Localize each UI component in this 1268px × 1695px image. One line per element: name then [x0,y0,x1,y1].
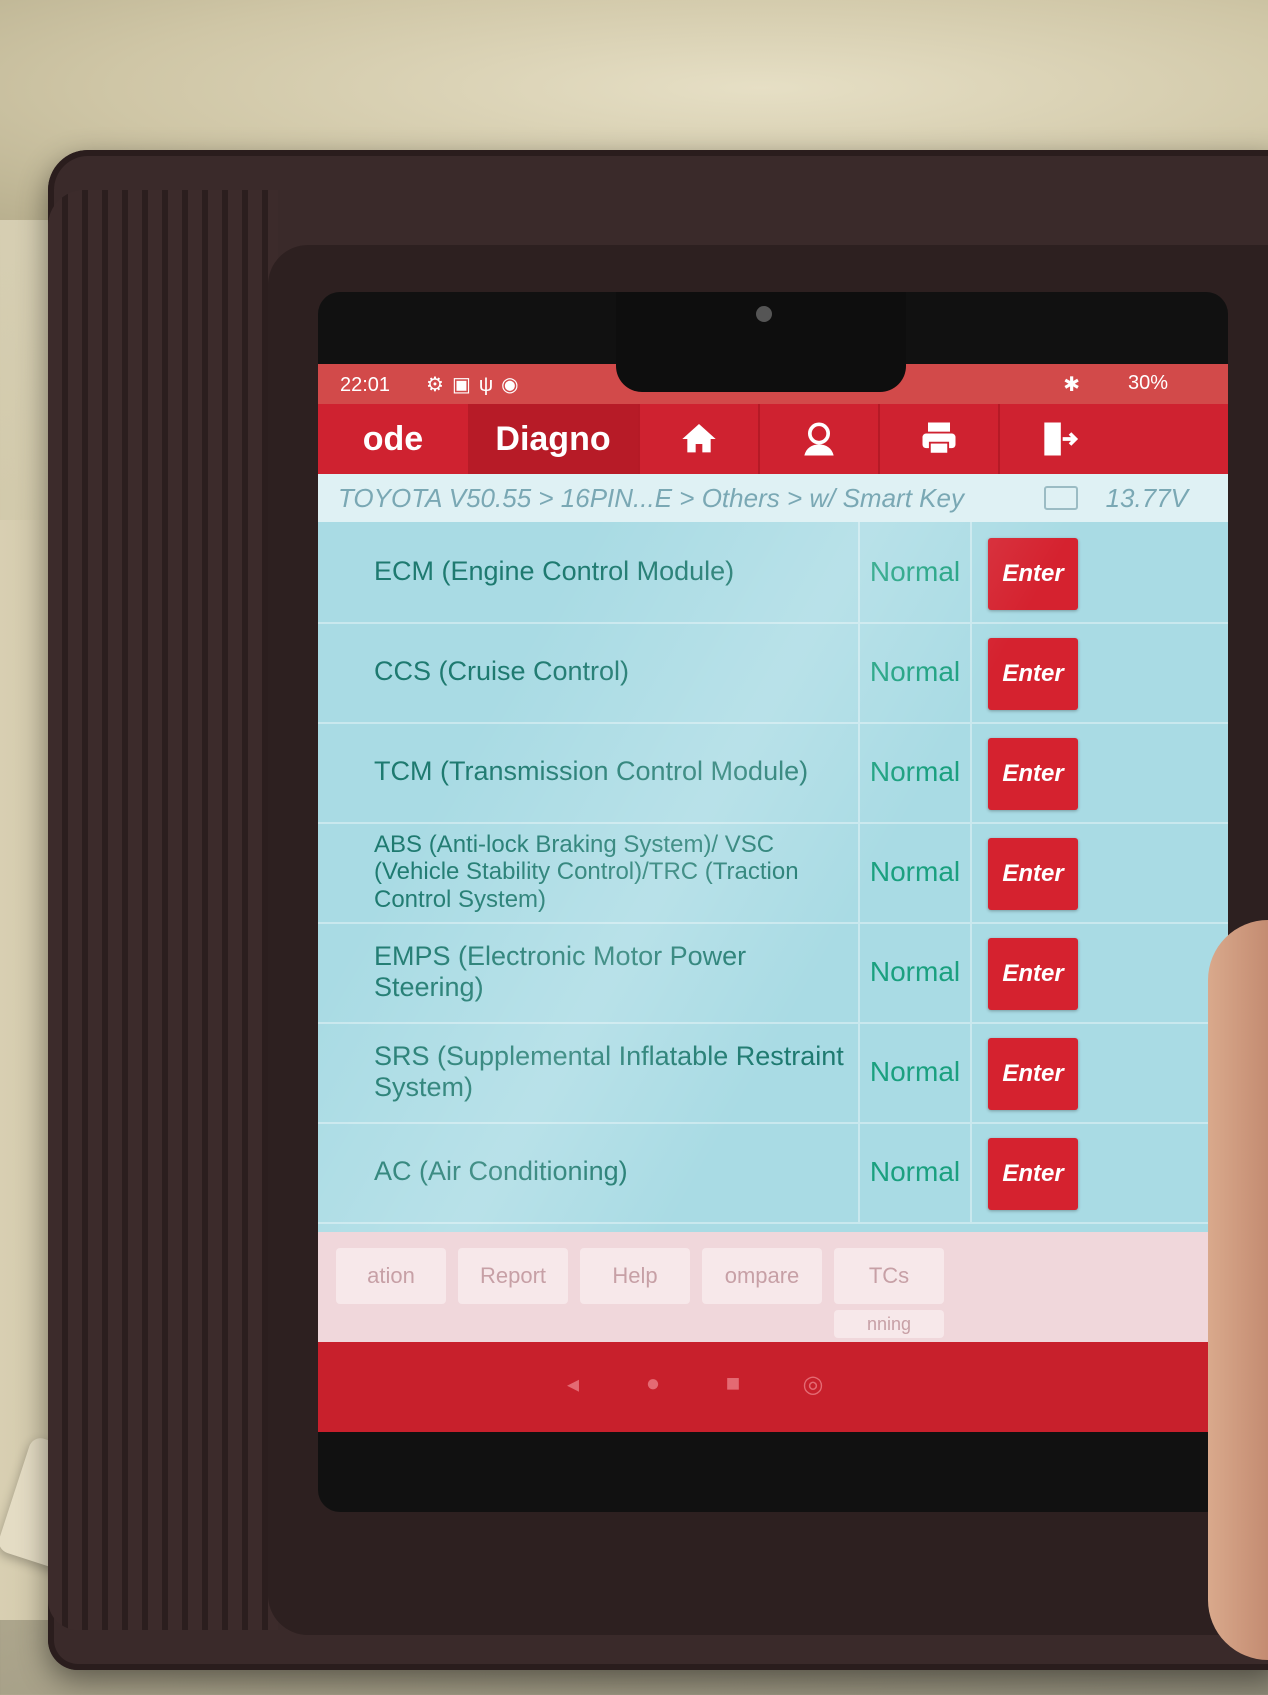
print-button[interactable] [878,404,998,474]
module-status: Normal [858,1122,972,1222]
breadcrumb: TOYOTA V50.55 > 16PIN...E > Others > w/ … [318,474,1228,522]
module-status: Normal [858,1022,972,1122]
battery-voltage: 13.77V [1105,483,1188,513]
settings-icon: ⚙ [426,374,452,396]
tablet-screen: 22:01 ⚙▣ψ◉ ✱ 30% ode Diagno TOYOTA V50.5… [318,292,1228,1512]
information-button[interactable]: ation [336,1248,446,1304]
module-name: ECM (Engine Control Module) [374,556,735,587]
module-list: ECM (Engine Control Module) Normal Enter… [318,522,1228,1232]
enter-button[interactable]: Enter [988,938,1078,1010]
module-status: Normal [858,722,972,822]
sync-icon: ◉ [501,374,527,396]
hand-holding-device [1208,920,1268,1660]
enter-button[interactable]: Enter [988,1138,1078,1210]
battery-level: 30% [1127,372,1168,394]
module-name: AC (Air Conditioning) [374,1156,628,1187]
module-status: Normal [858,522,972,622]
bluetooth-icon: ✱ [1063,374,1080,396]
scanning-button[interactable]: nning [834,1310,944,1338]
table-row: SRS (Supplemental Inflatable Restraint S… [318,1022,1228,1124]
table-row: CCS (Cruise Control) Normal Enter [318,622,1228,724]
recents-icon[interactable]: ■ [718,1370,748,1400]
enter-button[interactable]: Enter [988,838,1078,910]
exit-button[interactable] [998,404,1118,474]
status-time: 22:01 [340,374,391,396]
report-button[interactable]: Report [458,1248,568,1304]
printer-icon [922,422,956,455]
home-nav-icon[interactable]: ● [638,1370,668,1400]
back-icon[interactable]: ◂ [558,1370,588,1400]
screenshot-icon[interactable]: ◎ [798,1370,828,1400]
gallery-icon: ▣ [451,374,479,396]
exit-icon [1044,422,1079,456]
table-row: EMPS (Electronic Motor Power Steering) N… [318,922,1228,1024]
module-name: EMPS (Electronic Motor Power Steering) [374,940,747,1002]
tab-code[interactable]: ode [318,404,468,474]
enter-button[interactable]: Enter [988,738,1078,810]
module-name: TCM (Transmission Control Module) [374,756,809,787]
table-row: ECM (Engine Control Module) Normal Enter [318,522,1228,624]
home-icon [682,424,716,453]
module-status: Normal [858,622,972,722]
bottom-toolbar: ation Report Help ompare TCs nning [318,1232,1228,1342]
help-button[interactable]: Help [580,1248,690,1304]
module-status: Normal [858,822,972,922]
tab-diagnose[interactable]: Diagno [468,404,638,474]
table-row: TCM (Transmission Control Module) Normal… [318,722,1228,824]
dtcs-button[interactable]: TCs [834,1248,944,1304]
enter-button[interactable]: Enter [988,538,1078,610]
usb-icon: ψ [478,374,502,396]
camera-notch [616,292,906,392]
module-name: SRS (Supplemental Inflatable Restraint S… [374,1040,844,1102]
camera-icon [756,306,772,322]
support-button[interactable] [758,404,878,474]
home-button[interactable] [638,404,758,474]
module-name: ABS (Anti-lock Braking System)/ VSC (Veh… [374,830,799,913]
breadcrumb-path: TOYOTA V50.55 > 16PIN...E > Others > w/ … [338,483,964,513]
vehicle-battery-icon [1044,486,1078,510]
android-nav-bar: ◂ ● ■ ◎ [318,1342,1228,1432]
compare-button[interactable]: ompare [702,1248,822,1304]
enter-button[interactable]: Enter [988,638,1078,710]
tablet-grip [48,190,278,1630]
enter-button[interactable]: Enter [988,1038,1078,1110]
top-nav-bar: ode Diagno [318,404,1228,474]
status-icons: ⚙▣ψ◉ [426,372,527,397]
module-status: Normal [858,922,972,1022]
module-name: CCS (Cruise Control) [374,656,630,687]
table-row: AC (Air Conditioning) Normal Enter [318,1122,1228,1224]
table-row: ABS (Anti-lock Braking System)/ VSC (Veh… [318,822,1228,924]
support-agent-icon [804,422,834,456]
